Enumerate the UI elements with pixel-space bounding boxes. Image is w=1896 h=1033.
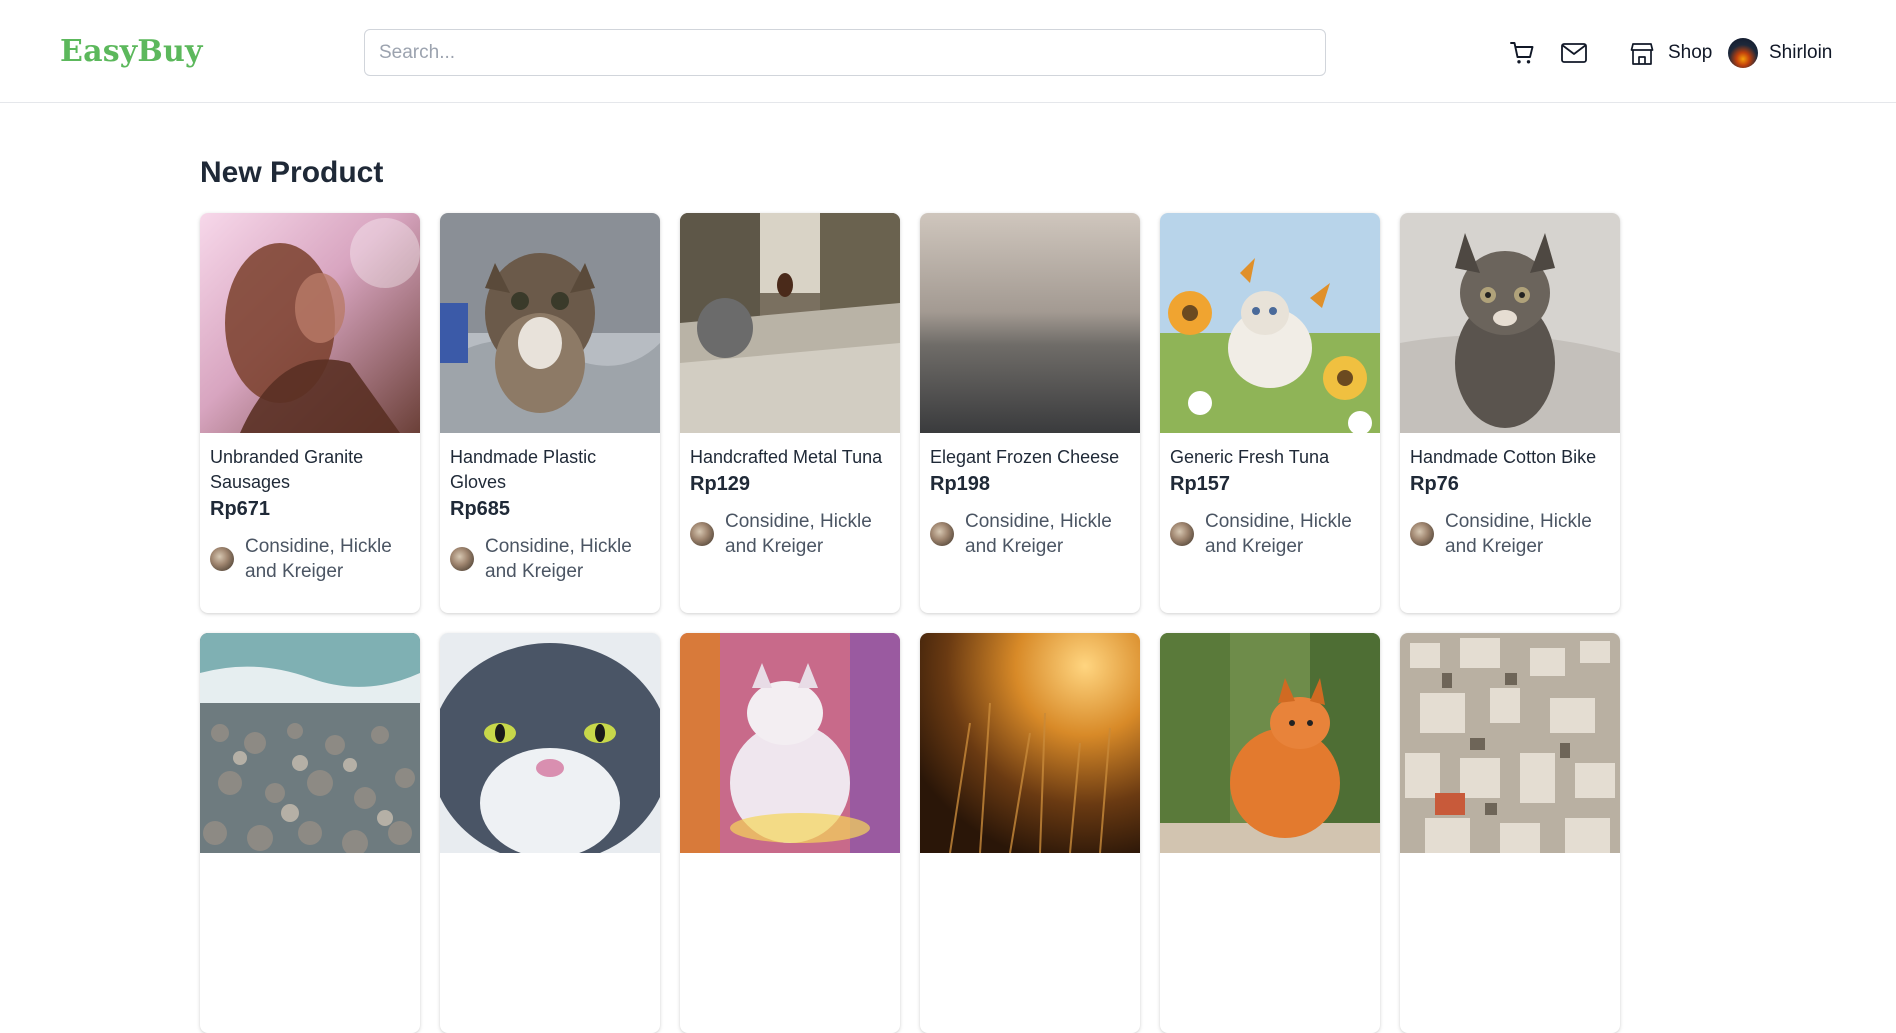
product-image xyxy=(920,213,1140,433)
shop-name: Considine, Hickle and Kreiger xyxy=(725,511,872,557)
product-image xyxy=(440,633,660,853)
product-card[interactable] xyxy=(440,633,660,1033)
product-card[interactable] xyxy=(680,633,900,1033)
product-price: Rp671 xyxy=(210,498,271,520)
logo[interactable]: EasyBuy xyxy=(60,34,203,69)
avatar xyxy=(1728,38,1758,68)
product-image xyxy=(1160,633,1380,853)
product-image xyxy=(680,213,900,433)
shop-avatar xyxy=(930,522,954,546)
shop-info: Considine, Hickle and Kreiger xyxy=(210,534,410,584)
user-menu[interactable]: Shirloin xyxy=(1728,38,1832,68)
shop-label: Shop xyxy=(1668,42,1713,63)
section-title: New Product xyxy=(200,156,384,189)
shop-info: Considine, Hickle and Kreiger xyxy=(690,509,890,559)
shop-name: Considine, Hickle and Kreiger xyxy=(245,536,392,582)
product-name: Elegant Frozen Cheese xyxy=(930,447,1120,467)
shop-name: Considine, Hickle and Kreiger xyxy=(1445,511,1592,557)
product-card[interactable] xyxy=(200,633,420,1033)
product-price: Rp198 xyxy=(930,473,991,495)
product-price: Rp157 xyxy=(1170,473,1231,495)
shop-avatar xyxy=(1410,522,1434,546)
product-card[interactable] xyxy=(1160,633,1380,1033)
shop-name: Considine, Hickle and Kreiger xyxy=(965,511,1112,557)
product-card[interactable]: Handmade Cotton Bike Rp76 Considine, Hic… xyxy=(1400,213,1620,613)
product-card[interactable]: Handmade Plastic Gloves Rp685 Considine,… xyxy=(440,213,660,613)
product-name: Handmade Cotton Bike xyxy=(1410,447,1597,467)
shop-info: Considine, Hickle and Kreiger xyxy=(450,534,650,584)
store-icon xyxy=(1630,43,1654,65)
product-card[interactable] xyxy=(1400,633,1620,1033)
shop-info: Considine, Hickle and Kreiger xyxy=(1170,509,1370,559)
cart-icon[interactable] xyxy=(1509,40,1535,66)
shop-avatar xyxy=(1170,522,1194,546)
shop-avatar xyxy=(210,547,234,571)
product-image xyxy=(200,213,420,433)
mail-icon[interactable] xyxy=(1560,41,1588,65)
navbar: EasyBuy Shop Shirloin xyxy=(0,0,1896,103)
product-image xyxy=(440,213,660,433)
product-image xyxy=(680,633,900,853)
product-image xyxy=(920,633,1140,853)
product-price: Rp129 xyxy=(690,473,751,495)
product-price: Rp76 xyxy=(1410,473,1459,495)
shop-avatar xyxy=(690,522,714,546)
product-card[interactable]: Elegant Frozen Cheese Rp198 Considine, H… xyxy=(920,213,1140,613)
product-name: Generic Fresh Tuna xyxy=(1170,447,1330,467)
shop-info: Considine, Hickle and Kreiger xyxy=(930,509,1130,559)
shop-link[interactable]: Shop xyxy=(1630,38,1712,68)
product-card[interactable]: Generic Fresh Tuna Rp157 Considine, Hick… xyxy=(1160,213,1380,613)
product-card[interactable] xyxy=(920,633,1140,1033)
product-price: Rp685 xyxy=(450,498,511,520)
search-input[interactable] xyxy=(364,29,1326,76)
product-name: Handmade Plastic Gloves xyxy=(450,447,597,492)
product-card[interactable]: Handcrafted Metal Tuna Rp129 Considine, … xyxy=(680,213,900,613)
product-card[interactable]: Unbranded Granite Sausages Rp671 Considi… xyxy=(200,213,420,613)
product-name: Handcrafted Metal Tuna xyxy=(690,447,883,467)
shop-name: Considine, Hickle and Kreiger xyxy=(1205,511,1352,557)
product-name: Unbranded Granite Sausages xyxy=(210,447,364,492)
product-image xyxy=(1160,213,1380,433)
shop-name: Considine, Hickle and Kreiger xyxy=(485,536,632,582)
product-image xyxy=(1400,213,1620,433)
user-name: Shirloin xyxy=(1769,42,1833,63)
product-image xyxy=(1400,633,1620,853)
shop-avatar xyxy=(450,547,474,571)
shop-info: Considine, Hickle and Kreiger xyxy=(1410,509,1610,559)
product-image xyxy=(200,633,420,853)
